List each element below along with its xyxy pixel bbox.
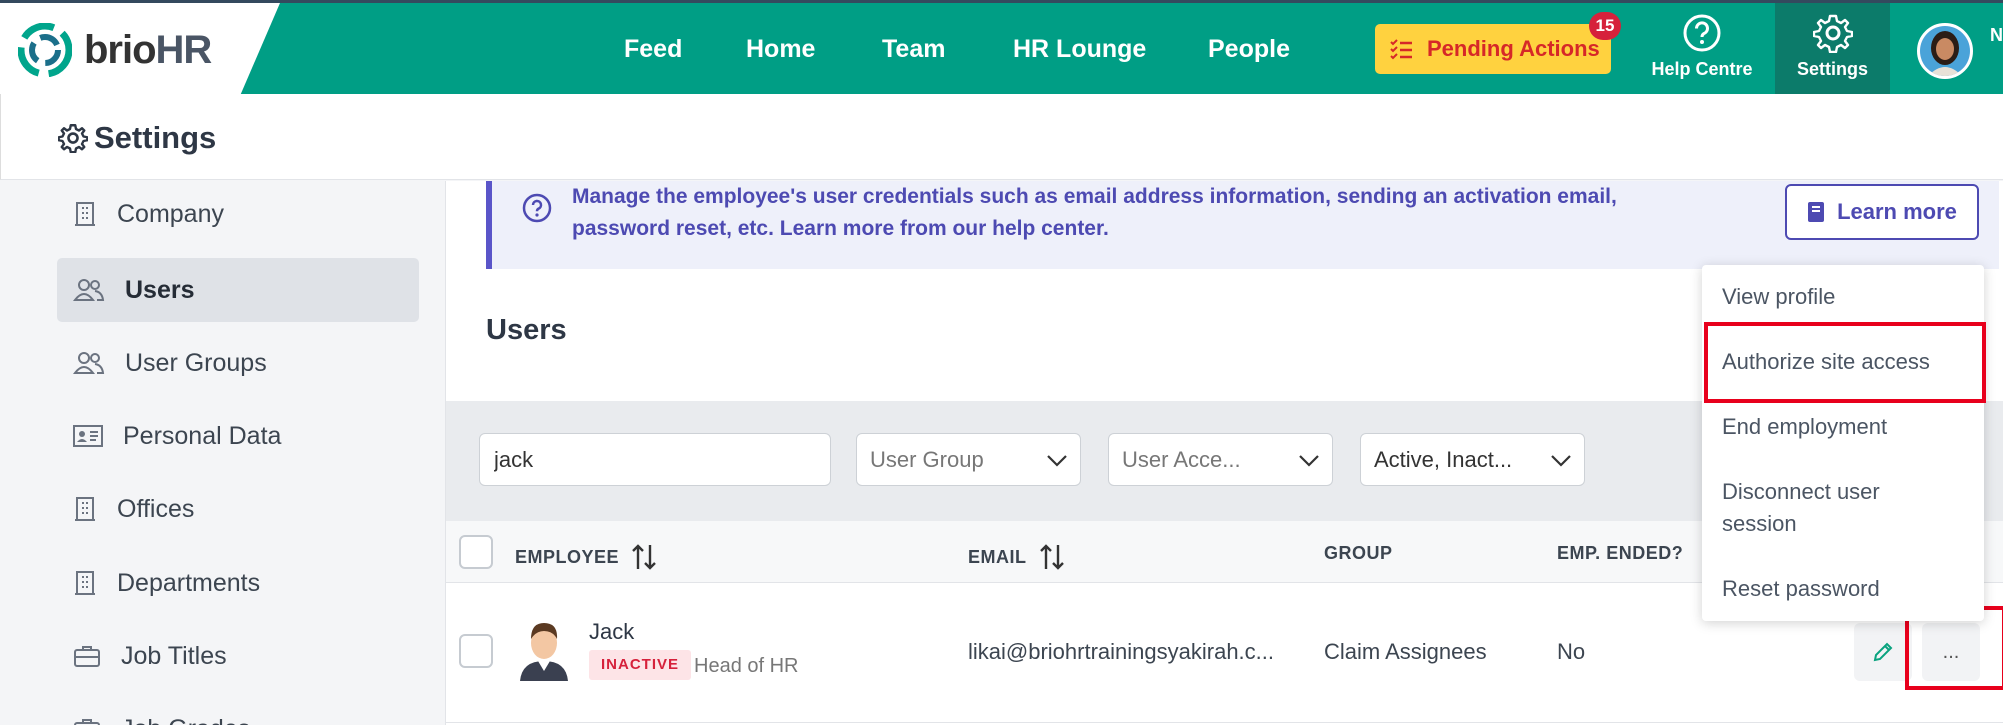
logo-text: brioHR (84, 28, 212, 72)
page-title-text: Settings (94, 120, 217, 155)
search-input[interactable] (479, 433, 831, 486)
menu-item-disconnect-user-session[interactable]: Disconnect user session (1722, 476, 1942, 540)
nav-feed[interactable]: Feed (624, 35, 682, 64)
chevron-down-icon (1047, 455, 1067, 467)
book-icon (1808, 202, 1825, 222)
employee-group: Claim Assignees (1324, 639, 1487, 664)
info-banner: Manage the employee's user credentials s… (486, 181, 1999, 269)
sidebar-item-label: Job Grades (121, 715, 250, 725)
status-badge: INACTIVE (589, 650, 692, 680)
chevron-down-icon (1299, 455, 1319, 467)
help-centre-button[interactable]: Help Centre (1640, 3, 1764, 94)
sidebar-item-label: Job Titles (121, 641, 227, 670)
user-access-select[interactable]: User Acce... (1108, 433, 1333, 486)
building-icon (75, 571, 95, 595)
pending-actions-label: Pending Actions (1427, 36, 1600, 61)
settings-sidebar: Company Users User Groups Personal Data … (0, 181, 445, 725)
employee-avatar-icon (520, 623, 568, 681)
row-actions-menu: View profile Authorize site access End e… (1702, 265, 1984, 621)
user-group-select[interactable]: User Group (856, 433, 1081, 486)
building-icon (75, 497, 95, 521)
employee-name[interactable]: Jack (589, 619, 634, 645)
sidebar-item-users[interactable]: Users (57, 258, 419, 322)
users-icon (73, 352, 105, 374)
info-text: Manage the employee's user credentials s… (572, 185, 1617, 240)
sidebar-item-job-titles[interactable]: Job Titles (57, 624, 419, 688)
employee-job-title: Head of HR (694, 655, 799, 677)
sort-icon (632, 544, 656, 570)
sidebar-item-job-grades[interactable]: Job Grades (57, 697, 419, 725)
building-icon (75, 202, 95, 226)
user-name-cutoff: N (1990, 25, 2003, 45)
user-access-select-value: User Acce... (1122, 446, 1241, 472)
help-centre-label: Help Centre (1651, 59, 1753, 79)
nav-team[interactable]: Team (882, 35, 945, 64)
nav-home[interactable]: Home (746, 35, 815, 64)
sidebar-item-label: Personal Data (123, 421, 282, 450)
sidebar-item-label: Offices (117, 494, 195, 523)
checklist-icon (1390, 39, 1412, 60)
edit-button[interactable] (1854, 623, 1912, 681)
user-avatar[interactable] (1917, 23, 1973, 79)
sidebar-item-label: Users (125, 275, 195, 304)
page-header: Settings (0, 94, 2003, 180)
menu-item-reset-password[interactable]: Reset password (1722, 573, 1880, 605)
nav-people[interactable]: People (1208, 35, 1290, 64)
sidebar-item-user-groups[interactable]: User Groups (57, 331, 419, 395)
authorize-site-access-highlight (1704, 322, 1986, 403)
sidebar-item-company[interactable]: Company (57, 182, 419, 246)
status-select[interactable]: Active, Inact... (1360, 433, 1585, 486)
sidebar-item-offices[interactable]: Offices (57, 477, 419, 541)
pending-count-badge: 15 (1589, 12, 1621, 40)
help-icon (1683, 14, 1721, 52)
column-emp-ended: EMP. ENDED? (1557, 543, 1684, 563)
sidebar-item-label: User Groups (125, 348, 267, 377)
column-employee-label: EMPLOYEE (515, 546, 620, 567)
logo[interactable]: brioHR (0, 3, 280, 94)
chevron-down-icon (1551, 455, 1571, 467)
learn-more-label: Learn more (1837, 199, 1957, 224)
avatar-portrait-icon (1920, 26, 1970, 76)
sort-icon (1039, 544, 1064, 570)
settings-button[interactable]: Settings (1775, 3, 1890, 94)
sidebar-item-label: Departments (117, 568, 261, 597)
sidebar-item-label: Company (117, 199, 224, 228)
column-email[interactable]: EMAIL (968, 543, 1065, 571)
employee-email: likai@briohrtrainingsyakirah.c... (968, 639, 1275, 664)
briefcase-icon (74, 646, 100, 667)
learn-more-button[interactable]: Learn more (1785, 184, 1979, 240)
column-group: GROUP (1324, 543, 1393, 563)
gear-icon (1812, 14, 1853, 53)
status-select-value: Active, Inact... (1374, 446, 1513, 472)
column-employee[interactable]: EMPLOYEE (515, 543, 657, 571)
column-email-label: EMAIL (968, 546, 1027, 567)
id-card-icon (73, 425, 103, 447)
brio-logo-icon (18, 23, 72, 77)
menu-item-end-employment[interactable]: End employment (1722, 411, 1887, 443)
users-heading: Users (486, 314, 567, 346)
nav-hr-lounge[interactable]: HR Lounge (1013, 35, 1146, 64)
select-all-checkbox[interactable] (459, 535, 493, 569)
menu-item-view-profile[interactable]: View profile (1722, 281, 1835, 313)
pending-actions-button[interactable]: Pending Actions (1375, 24, 1611, 74)
briefcase-icon (74, 719, 100, 725)
user-group-select-value: User Group (870, 446, 984, 472)
settings-label: Settings (1796, 59, 1868, 79)
users-icon (73, 279, 105, 301)
gear-icon (58, 124, 88, 153)
row-checkbox[interactable] (459, 634, 493, 668)
help-icon (522, 193, 552, 223)
page-title: Settings (58, 120, 216, 156)
employee-emp-ended: No (1557, 639, 1586, 664)
sidebar-item-departments[interactable]: Departments (57, 551, 419, 615)
top-navigation-bar: brioHR Feed Home Team HR Lounge People P… (0, 0, 2003, 94)
sidebar-item-personal-data[interactable]: Personal Data (57, 404, 419, 468)
pencil-icon (1873, 642, 1893, 662)
